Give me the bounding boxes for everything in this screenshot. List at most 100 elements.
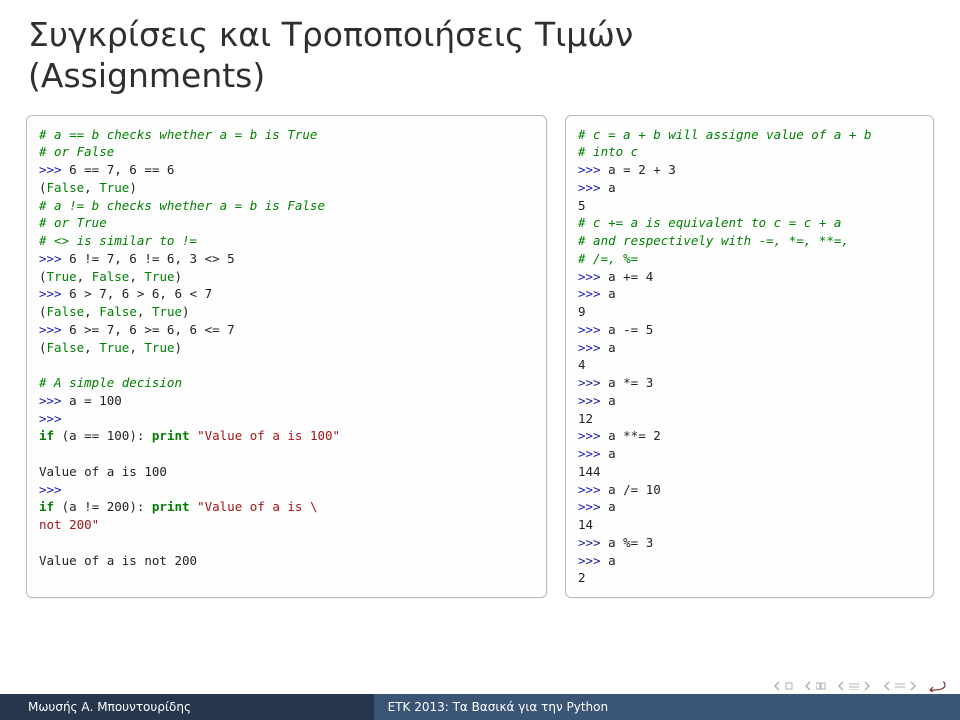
paren: ) xyxy=(129,180,137,195)
output: 2 xyxy=(578,570,586,585)
paren: ( xyxy=(39,180,47,195)
bool: True xyxy=(144,269,174,284)
code-line: (a == 100): xyxy=(54,428,152,443)
sep: , xyxy=(137,304,152,319)
sep: , xyxy=(84,304,99,319)
bool: True xyxy=(99,180,129,195)
output: 4 xyxy=(578,357,586,372)
prompt: >>> xyxy=(578,286,601,301)
nav-next-slide-icon[interactable] xyxy=(803,681,826,691)
code-line: 6 > 7, 6 > 6, 6 < 7 xyxy=(62,286,213,301)
string: "Value of a is 100" xyxy=(197,428,340,443)
nav-next-section-icon[interactable] xyxy=(882,681,918,691)
prompt: >>> xyxy=(578,375,601,390)
code-block-right: # c = a + b will assigne value of a + b … xyxy=(565,115,934,599)
code-line: a %= 3 xyxy=(601,535,654,550)
prompt: >>> xyxy=(39,322,62,337)
code-line: # <> is similar to != xyxy=(39,233,197,248)
bool: False xyxy=(47,180,85,195)
output: 5 xyxy=(578,198,586,213)
bool: False xyxy=(99,304,137,319)
code-line: a xyxy=(601,393,616,408)
code-line: a /= 10 xyxy=(601,482,661,497)
sep: , xyxy=(84,180,99,195)
paren: ( xyxy=(39,340,47,355)
code-line: # c = a + b will assigne value of a + b xyxy=(578,127,872,142)
code-line: # a != b checks whether a = b is False xyxy=(39,198,325,213)
output: 12 xyxy=(578,411,593,426)
prompt: >>> xyxy=(578,535,601,550)
prompt: >>> xyxy=(39,482,62,497)
code-line: (a != 200): xyxy=(54,499,152,514)
code-line: # /=, %= xyxy=(578,251,638,266)
code-line: a *= 3 xyxy=(601,375,654,390)
code-line: # c += a is equivalent to c = c + a xyxy=(578,215,841,230)
prompt: >>> xyxy=(578,553,601,568)
prompt: >>> xyxy=(39,162,62,177)
code-line: a = 100 xyxy=(62,393,122,408)
footer-author: Μωυσής Α. Μπουντουρίδης xyxy=(0,694,374,720)
keyword: if xyxy=(39,499,54,514)
bool: False xyxy=(92,269,130,284)
slide-title: Συγκρίσεις και Τροποποιήσεις Τιμών (Assi… xyxy=(0,0,960,107)
sep xyxy=(190,499,198,514)
code-line: a -= 5 xyxy=(601,322,654,337)
prompt: >>> xyxy=(39,251,62,266)
output: 144 xyxy=(578,464,601,479)
code-line: a xyxy=(601,499,616,514)
sep xyxy=(190,428,198,443)
prompt: >>> xyxy=(578,499,601,514)
string: "Value of a is \ xyxy=(197,499,317,514)
sep: , xyxy=(77,269,92,284)
content-row: # a == b checks whether a = b is True # … xyxy=(0,107,960,599)
code-line: a += 4 xyxy=(601,269,654,284)
footer-talk-title: ΕΤΚ 2013: Τα Βασικά για την Python xyxy=(374,694,960,720)
code-line: a xyxy=(601,180,616,195)
title-line-1: Συγκρίσεις και Τροποποιήσεις Τιμών xyxy=(28,15,633,54)
code-line: # and respectively with -=, *=, **=, xyxy=(578,233,849,248)
prompt: >>> xyxy=(39,393,62,408)
paren: ) xyxy=(182,304,190,319)
code-line: 6 >= 7, 6 >= 6, 6 <= 7 xyxy=(62,322,235,337)
prompt: >>> xyxy=(578,162,601,177)
code-line: a **= 2 xyxy=(601,428,661,443)
keyword: if xyxy=(39,428,54,443)
bool: True xyxy=(47,269,77,284)
paren: ) xyxy=(175,340,183,355)
title-line-2: (Assignments) xyxy=(28,56,265,95)
sep: , xyxy=(129,340,144,355)
nav-back-icon[interactable] xyxy=(928,680,946,692)
code-block-left: # a == b checks whether a = b is True # … xyxy=(26,115,547,599)
code-right-pre: # c = a + b will assigne value of a + b … xyxy=(578,126,921,588)
code-left-pre: # a == b checks whether a = b is True # … xyxy=(39,126,534,570)
sep: , xyxy=(84,340,99,355)
prompt: >>> xyxy=(578,446,601,461)
prompt: >>> xyxy=(578,322,601,337)
prompt: >>> xyxy=(578,269,601,284)
bool: True xyxy=(152,304,182,319)
output: Value of a is 100 xyxy=(39,464,167,479)
code-line: # a == b checks whether a = b is True xyxy=(39,127,317,142)
code-line: a xyxy=(601,446,616,461)
prompt: >>> xyxy=(578,340,601,355)
code-line: # or True xyxy=(39,215,107,230)
sep: , xyxy=(129,269,144,284)
footer: Μωυσής Α. Μπουντουρίδης ΕΤΚ 2013: Τα Βασ… xyxy=(0,694,960,720)
nav-prev-slide-icon[interactable] xyxy=(772,681,793,691)
bool: True xyxy=(144,340,174,355)
paren: ) xyxy=(175,269,183,284)
code-line: # or False xyxy=(39,144,114,159)
keyword: print xyxy=(152,499,190,514)
output: 14 xyxy=(578,517,593,532)
slide: Συγκρίσεις και Τροποποιήσεις Τιμών (Assi… xyxy=(0,0,960,720)
paren: ( xyxy=(39,269,47,284)
code-line: a xyxy=(601,340,616,355)
prompt: >>> xyxy=(578,482,601,497)
code-line: # A simple decision xyxy=(39,375,182,390)
output: Value of a is not 200 xyxy=(39,553,197,568)
nav-prev-section-icon[interactable] xyxy=(836,681,872,691)
bool: True xyxy=(99,340,129,355)
prompt: >>> xyxy=(39,286,62,301)
code-line: a xyxy=(601,286,616,301)
code-line: # into c xyxy=(578,144,638,159)
